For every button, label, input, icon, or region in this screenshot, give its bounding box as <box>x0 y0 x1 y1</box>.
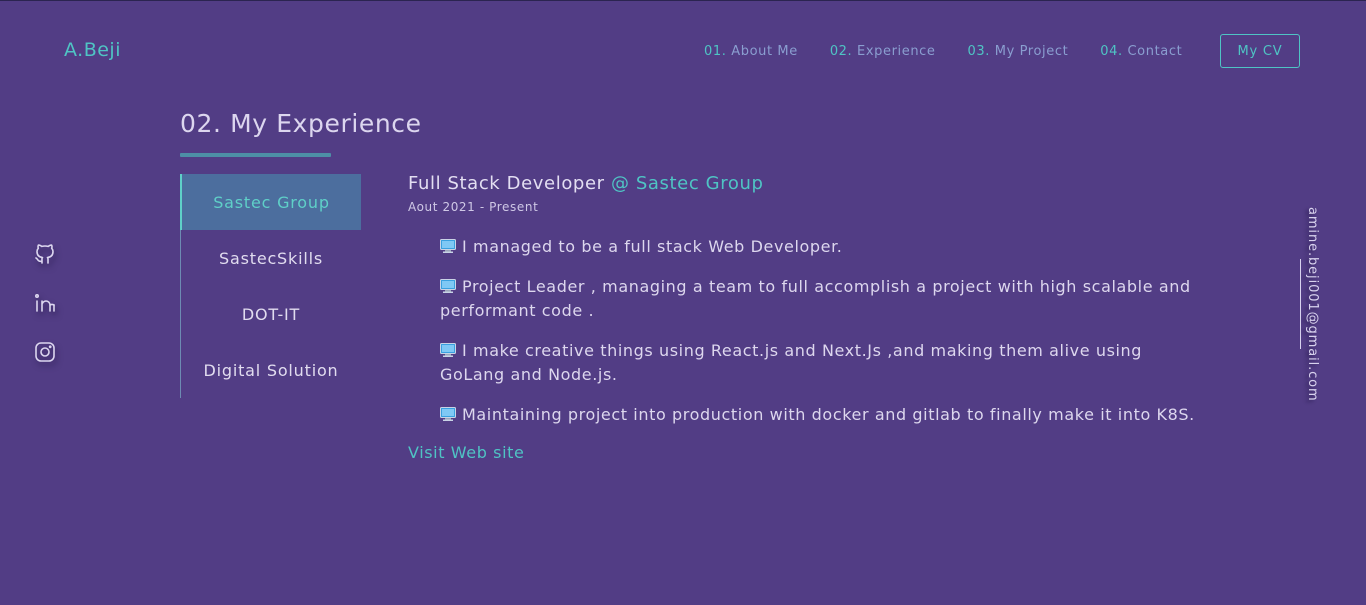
nav-number: 01. <box>704 44 727 59</box>
duty-list: I managed to be a full stack Web Develop… <box>440 235 1198 427</box>
cv-button[interactable]: My CV <box>1220 34 1300 68</box>
main-nav: 01. About Me 02. Experience 03. My Proje… <box>704 44 1214 59</box>
nav-number: 04. <box>1100 44 1123 59</box>
computer-icon <box>440 404 456 421</box>
email-link[interactable]: amine.beji001@gmail.com <box>1305 207 1320 402</box>
tab-sastec-group[interactable]: Sastec Group <box>180 174 361 230</box>
job-detail: Full Stack Developer @ Sastec Group Aout… <box>408 173 1198 462</box>
nav-label: My Project <box>994 44 1069 59</box>
nav-project[interactable]: 03. My Project <box>968 44 1069 59</box>
nav-contact[interactable]: 04. Contact <box>1100 44 1182 59</box>
job-dates: Aout 2021 - Present <box>408 200 539 214</box>
duty-text: Project Leader , managing a team to full… <box>440 277 1191 320</box>
list-item: I managed to be a full stack Web Develop… <box>440 235 1198 259</box>
instagram-icon[interactable] <box>33 340 57 364</box>
computer-icon <box>440 236 456 253</box>
nav-number: 02. <box>829 44 853 59</box>
nav-number: 03. <box>967 44 991 59</box>
list-item: I make creative things using React.js an… <box>440 339 1198 387</box>
nav-label: Experience <box>857 44 936 59</box>
computer-icon <box>440 340 456 357</box>
list-item: Project Leader , managing a team to full… <box>440 275 1198 323</box>
company-tabs: Sastec Group SastecSkills DOT-IT Digital… <box>180 174 361 398</box>
job-role: Full Stack Developer <box>408 173 605 194</box>
nav-about[interactable]: 01. About Me <box>704 44 798 59</box>
nav-label: About Me <box>731 44 798 59</box>
list-item: Maintaining project into production with… <box>440 403 1198 427</box>
section-underline <box>180 153 331 157</box>
logo[interactable]: A.Beji <box>64 39 121 61</box>
email-sidebar: amine.beji001@gmail.com <box>1300 207 1330 402</box>
tab-dot-it[interactable]: DOT-IT <box>181 286 361 342</box>
duty-text: I managed to be a full stack Web Develop… <box>462 237 843 256</box>
duty-text: Maintaining project into production with… <box>462 405 1195 424</box>
duty-text: I make creative things using React.js an… <box>440 341 1143 384</box>
email-divider <box>1300 259 1301 349</box>
linkedin-icon[interactable] <box>33 291 57 315</box>
tab-digital-solution[interactable]: Digital Solution <box>181 342 361 398</box>
job-company[interactable]: @ Sastec Group <box>611 173 764 194</box>
page: A.Beji 01. About Me 02. Experience 03. M… <box>0 0 1366 605</box>
nav-experience[interactable]: 02. Experience <box>830 44 936 59</box>
visit-website-link[interactable]: Visit Web site <box>408 443 524 462</box>
social-links <box>33 242 57 364</box>
github-icon[interactable] <box>33 242 57 266</box>
section-title: 02. My Experience <box>180 109 422 138</box>
computer-icon <box>440 276 456 293</box>
nav-label: Contact <box>1127 44 1183 59</box>
job-title: Full Stack Developer @ Sastec Group <box>408 173 1198 194</box>
tab-sastecskills[interactable]: SastecSkills <box>181 230 361 286</box>
